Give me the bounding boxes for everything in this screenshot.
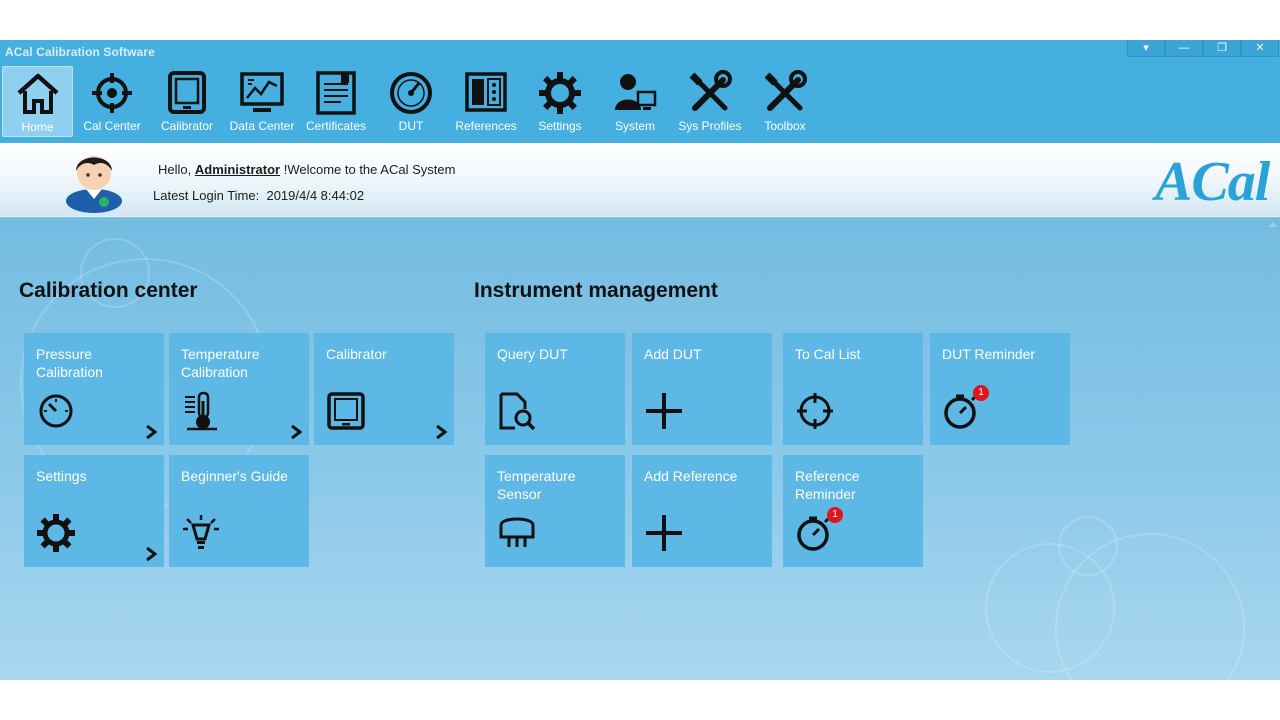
tile-label: Query DUT xyxy=(497,346,568,362)
gear-icon xyxy=(539,72,581,114)
rack-icon xyxy=(465,72,507,112)
tile-beginners-guide[interactable]: Beginner's Guide xyxy=(169,455,309,567)
plus-icon xyxy=(646,515,682,551)
tile-calibrator[interactable]: Calibrator xyxy=(314,333,454,445)
tile-add-reference[interactable]: Add Reference xyxy=(632,455,772,567)
toolbar-label: System xyxy=(614,119,655,133)
tile-label: Add Reference xyxy=(644,468,738,484)
tile-label: Temperature Calibration xyxy=(181,346,260,380)
tools-icon xyxy=(764,70,807,111)
tile-to-cal-list[interactable]: To Cal List xyxy=(783,333,923,445)
notification-badge: 1 xyxy=(827,507,843,523)
tile-label: Beginner's Guide xyxy=(181,468,288,484)
chevron-right-icon xyxy=(436,425,447,439)
toolbar-label: Cal Center xyxy=(83,119,141,133)
sensor-icon xyxy=(499,517,535,547)
acal-logo: ACal xyxy=(1155,151,1270,213)
login-time-row: Latest Login Time: 2019/4/4 8:44:02 xyxy=(153,188,364,203)
instrument-management-title: Instrument management xyxy=(474,279,718,302)
login-time-value: 2019/4/4 8:44:02 xyxy=(266,188,365,203)
tile-reference-reminder[interactable]: Reference Reminder 1 xyxy=(783,455,923,567)
toolbar-system[interactable]: System xyxy=(600,66,670,137)
home-content: Calibration center Instrument management… xyxy=(0,218,1280,680)
thermometer-icon xyxy=(185,391,217,431)
restore-button[interactable]: ❐ xyxy=(1203,40,1241,57)
avatar xyxy=(66,156,122,213)
tile-label: Calibrator xyxy=(326,346,387,362)
close-icon: ✕ xyxy=(1255,41,1265,54)
toolbar-sys-profiles[interactable]: Sys Profiles xyxy=(674,66,746,137)
lightbulb-icon xyxy=(183,515,219,549)
chevron-right-icon xyxy=(291,425,302,439)
tile-label: Pressure Calibration xyxy=(36,346,103,380)
toolbar-label: Certificates xyxy=(305,119,367,133)
toolbar-settings[interactable]: Settings xyxy=(526,66,594,137)
toolbar-toolbox[interactable]: Toolbox xyxy=(750,66,820,137)
tile-label: Add DUT xyxy=(644,346,702,362)
toolbar-dut[interactable]: DUT xyxy=(376,66,446,137)
gear-icon xyxy=(37,514,75,552)
toolbar-label: Sys Profiles xyxy=(678,119,742,133)
scroll-up-icon[interactable] xyxy=(1269,222,1277,227)
login-time-label: Latest Login Time: xyxy=(153,188,260,203)
toolbar-label: Home xyxy=(21,120,54,134)
tile-temperature-calibration[interactable]: Temperature Calibration xyxy=(169,333,309,445)
minimize-button[interactable]: — xyxy=(1165,40,1203,57)
toolbar-calibrator[interactable]: Calibrator xyxy=(152,66,222,137)
toolbar-references[interactable]: References xyxy=(450,66,522,137)
welcome-strip: Hello, Administrator !Welcome to the ACa… xyxy=(0,143,1280,217)
minimize-icon: — xyxy=(1178,41,1190,54)
toolbar-label: Calibrator xyxy=(160,119,214,133)
app-window: ACal Calibration Software ▾ — ❐ ✕ Home C… xyxy=(0,40,1280,680)
close-button[interactable]: ✕ xyxy=(1241,40,1279,57)
gauge-icon xyxy=(390,72,432,114)
chevron-right-icon xyxy=(146,547,157,561)
toolbar-cal-center[interactable]: Cal Center xyxy=(77,66,147,137)
crosshair-icon xyxy=(797,393,833,429)
tablet-icon xyxy=(168,71,206,114)
welcome-message: Hello, Administrator !Welcome to the ACa… xyxy=(158,162,455,177)
username-link[interactable]: Administrator xyxy=(195,162,280,177)
tile-label: DUT Reminder xyxy=(942,346,1036,362)
tablet-icon xyxy=(327,392,365,430)
tile-settings[interactable]: Settings xyxy=(24,455,164,567)
toolbar-label: DUT xyxy=(398,119,424,133)
home-icon xyxy=(16,73,59,114)
chevron-right-icon xyxy=(146,425,157,439)
tools-icon xyxy=(689,70,732,111)
toolbar-label: References xyxy=(455,119,517,133)
chevron-down-icon: ▾ xyxy=(1143,41,1149,54)
toolbar-certificates[interactable]: Certificates xyxy=(302,66,370,137)
decorative-circle xyxy=(1058,516,1118,576)
calibration-center-title: Calibration center xyxy=(19,279,198,302)
toolbar-label: Settings xyxy=(538,119,582,133)
menu-button[interactable]: ▾ xyxy=(1127,40,1165,57)
tile-query-dut[interactable]: Query DUT xyxy=(485,333,625,445)
user-computer-icon xyxy=(615,74,657,110)
tile-dut-reminder[interactable]: DUT Reminder 1 xyxy=(930,333,1070,445)
toolbar-data-center[interactable]: Data Center xyxy=(226,66,298,137)
window-title: ACal Calibration Software xyxy=(5,45,155,59)
toolbar-label: Data Center xyxy=(229,119,295,133)
toolbar-label: Toolbox xyxy=(764,119,806,133)
notification-badge: 1 xyxy=(973,385,989,401)
tile-label: To Cal List xyxy=(795,346,861,362)
tile-label: Temperature Sensor xyxy=(497,468,576,502)
toolbar-band: ACal Calibration Software ▾ — ❐ ✕ Home C… xyxy=(0,40,1280,143)
tile-temperature-sensor[interactable]: Temperature Sensor xyxy=(485,455,625,567)
tile-label: Settings xyxy=(36,468,87,484)
plus-icon xyxy=(646,393,682,429)
document-search-icon xyxy=(499,392,536,431)
tile-add-dut[interactable]: Add DUT xyxy=(632,333,772,445)
gauge-icon xyxy=(39,394,73,428)
chart-monitor-icon xyxy=(240,72,284,112)
restore-icon: ❐ xyxy=(1217,41,1227,54)
tile-label: Reference Reminder xyxy=(795,468,860,502)
certificate-icon xyxy=(316,71,356,115)
crosshair-icon xyxy=(92,73,132,113)
welcome-suffix: !Welcome to the ACal System xyxy=(280,162,456,177)
welcome-prefix: Hello, xyxy=(158,162,195,177)
toolbar-home[interactable]: Home xyxy=(2,66,73,137)
tile-pressure-calibration[interactable]: Pressure Calibration xyxy=(24,333,164,445)
